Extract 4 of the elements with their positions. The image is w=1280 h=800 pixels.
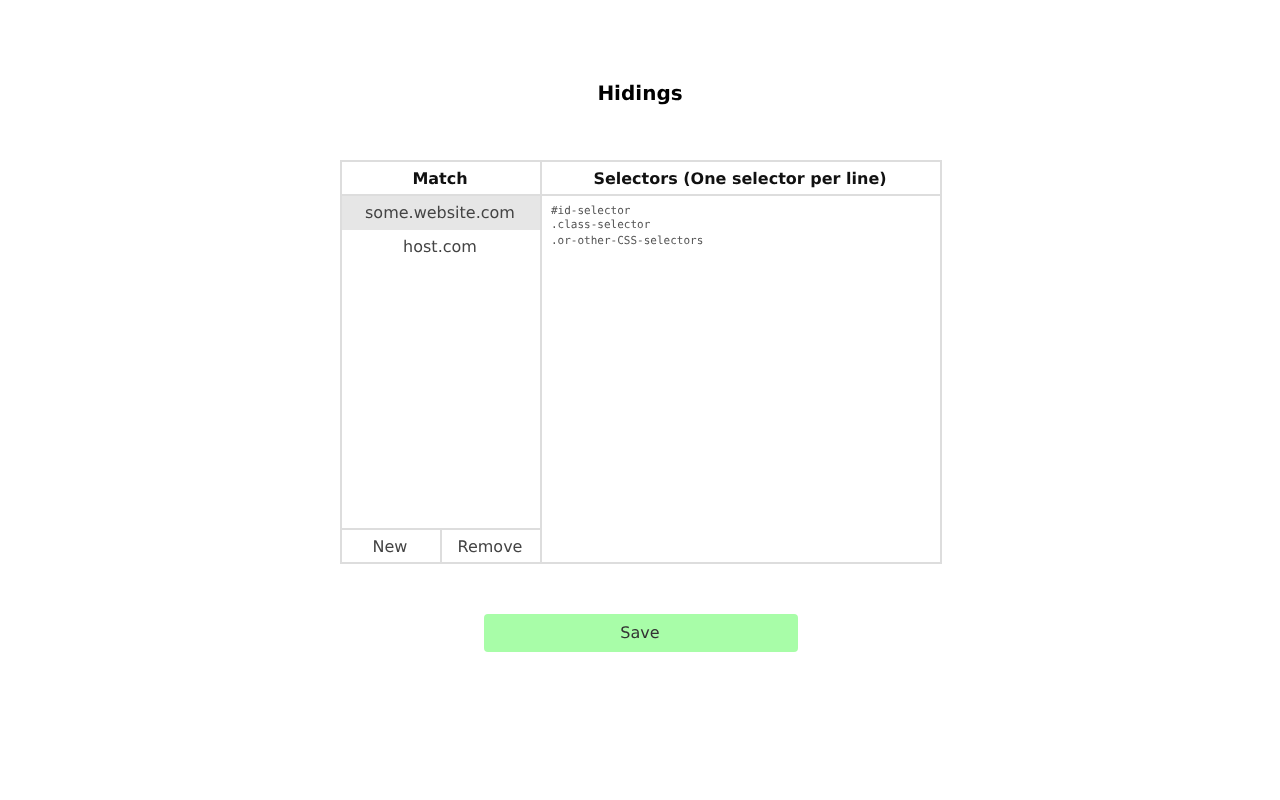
match-item[interactable]: some.website.com (341, 196, 539, 230)
match-item[interactable]: host.com (341, 230, 539, 264)
page-title: Hidings (597, 84, 683, 106)
save-button[interactable]: Save (483, 614, 797, 652)
